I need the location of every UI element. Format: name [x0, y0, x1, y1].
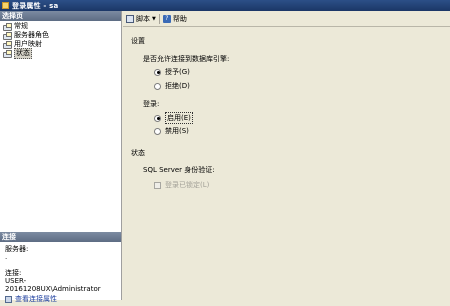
db-engine-question: 是否允许连接到数据库引擎: [143, 55, 230, 63]
nav-item-server-roles[interactable]: 服务器角色 [0, 31, 121, 40]
chevron-down-icon[interactable]: ▼ [152, 16, 156, 22]
connect-value: USER-20161208UX\Administrator [5, 277, 101, 293]
connect-label: 连接: [5, 269, 22, 277]
toolbar-separator [158, 13, 160, 24]
window-icon [2, 2, 9, 9]
login-title: 登录: [143, 100, 160, 108]
disable-label: 禁用(S) [165, 127, 189, 135]
server-label: 服务器: [5, 245, 29, 253]
settings-title: 设置 [131, 37, 145, 45]
deny-label: 拒绝(D) [165, 82, 190, 90]
nav-item-general[interactable]: 常规 [0, 22, 121, 31]
view-connection-properties-label: 查看连接属性 [15, 295, 57, 303]
left-panel: 选择页 常规 服务器角色 用户映射 状态 连接 服务器: . 连接: USER-… [0, 11, 122, 303]
enable-radio-button[interactable] [154, 114, 161, 122]
connection-properties-icon [5, 295, 12, 303]
page-nav: 常规 服务器角色 用户映射 状态 [0, 21, 121, 59]
script-icon [126, 14, 134, 23]
enable-radio[interactable]: 启用(E) [154, 112, 193, 124]
status-title: 状态 [131, 149, 145, 157]
page-icon [3, 23, 12, 31]
login-locked-checkbox-box[interactable] [154, 181, 161, 189]
main-panel: 脚本 ▼ ? 帮助 设置 是否允许连接到数据库引擎: 授予(G) 拒绝(D) 登… [123, 11, 450, 300]
login-locked-checkbox[interactable]: 登录已锁定(L) [154, 180, 209, 190]
nav-item-label: 服务器角色 [14, 31, 49, 39]
window-titlebar: 登录属性 - sa [0, 0, 450, 11]
disable-radio-button[interactable] [154, 127, 161, 135]
enable-label: 启用(E) [165, 112, 193, 124]
page-icon [3, 41, 12, 49]
connection-header: 连接 [0, 232, 121, 242]
grant-radio[interactable]: 授予(G) [154, 67, 190, 77]
deny-radio-button[interactable] [154, 82, 161, 90]
server-value: . [5, 253, 8, 261]
disable-radio[interactable]: 禁用(S) [154, 126, 189, 136]
deny-radio[interactable]: 拒绝(D) [154, 81, 190, 91]
script-button[interactable]: 脚本 ▼ [126, 14, 156, 24]
help-button[interactable]: ? 帮助 [162, 14, 187, 24]
help-label: 帮助 [172, 14, 187, 23]
script-label: 脚本 [136, 14, 150, 23]
grant-radio-button[interactable] [154, 68, 161, 76]
nav-item-status[interactable]: 状态 [0, 48, 121, 59]
nav-item-label: 常规 [14, 22, 28, 30]
sql-auth-label: SQL Server 身份验证: [143, 166, 215, 174]
login-locked-label: 登录已锁定(L) [165, 181, 210, 189]
view-connection-properties-link[interactable]: 查看连接属性 [5, 295, 116, 303]
toolbar: 脚本 ▼ ? 帮助 [123, 11, 450, 27]
page-icon [3, 32, 12, 40]
grant-label: 授予(G) [165, 68, 190, 76]
connection-section: 连接 服务器: . 连接: USER-20161208UX\Administra… [0, 232, 121, 306]
connection-body: 服务器: . 连接: USER-20161208UX\Administrator… [0, 242, 121, 306]
page-icon [3, 50, 12, 58]
nav-item-label: 状态 [14, 48, 32, 59]
select-page-header: 选择页 [0, 11, 121, 21]
help-icon: ? [162, 14, 171, 23]
window-title: 登录属性 - sa [12, 1, 59, 10]
